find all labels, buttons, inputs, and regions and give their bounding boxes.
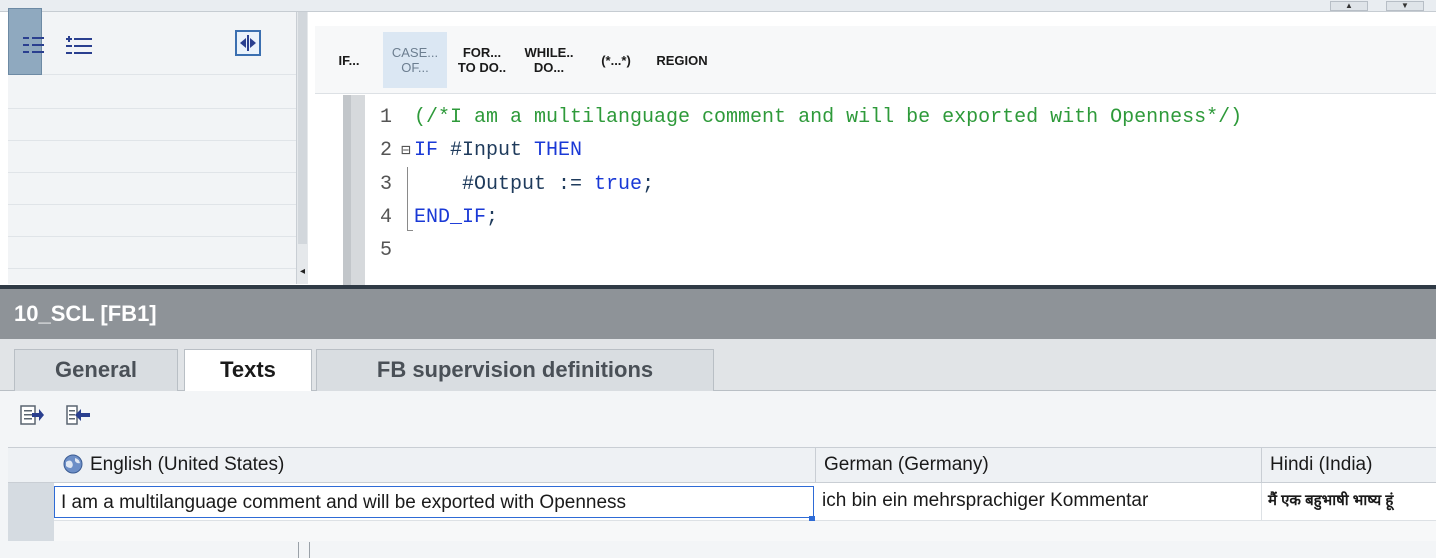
code-line-5[interactable]: 5 <box>370 236 398 266</box>
outline-row-divider <box>8 204 304 205</box>
row-header[interactable] <box>8 521 54 541</box>
swap-panes-icon[interactable] <box>234 30 262 56</box>
instruction-toolbar: IF... CASE... OF... FOR... TO DO.. WHILE… <box>315 26 1436 94</box>
outline-scrollbar[interactable]: ◂ <box>296 12 308 284</box>
scroll-down-button[interactable]: ▼ <box>1386 1 1424 11</box>
region-button[interactable]: REGION <box>649 32 715 88</box>
statement-end: ; <box>486 206 499 229</box>
outline-row-divider <box>8 108 304 109</box>
true-literal: true <box>594 173 643 196</box>
import-texts-icon[interactable] <box>66 404 90 426</box>
output-assignment: #Output := <box>462 173 595 196</box>
table-row[interactable] <box>8 521 1436 541</box>
code-line-3[interactable]: 3 #Output := true; <box>370 170 654 200</box>
while-do-button[interactable]: WHILE.. DO... <box>517 32 581 88</box>
column-english[interactable]: English (United States) <box>54 448 816 482</box>
outline-row-divider <box>8 236 304 237</box>
line-number: 2 <box>379 139 392 162</box>
code-line-1[interactable]: 1 (/*I am a multilanguage comment and wi… <box>370 103 1242 133</box>
for-to-do-button[interactable]: FOR... TO DO.. <box>451 32 513 88</box>
export-texts-icon[interactable] <box>20 404 44 426</box>
hindi-text-cell[interactable]: मैं एक बहुभाषी भाष्य हूं <box>1262 483 1436 521</box>
code-line-2[interactable]: 2 ⊟ IF #Input THEN <box>370 136 582 166</box>
globe-icon <box>63 454 83 474</box>
tab-fb-supervision-definitions[interactable]: FB supervision definitions <box>316 349 714 391</box>
column-hindi[interactable]: Hindi (India) <box>1262 448 1436 482</box>
if-keyword: IF <box>414 139 439 162</box>
tab-general[interactable]: General <box>14 349 178 391</box>
then-keyword: THEN <box>534 139 583 162</box>
input-variable: #Input <box>438 139 535 162</box>
scroll-up-button[interactable]: ▲ <box>1330 1 1368 11</box>
case-of-button[interactable]: CASE... OF... <box>383 32 447 88</box>
table-row[interactable]: I am a multilanguage comment and will be… <box>8 483 1436 521</box>
line-number: 5 <box>379 239 392 262</box>
inspector-title: 10_SCL [FB1] <box>0 289 1436 339</box>
code-editor[interactable]: 1 (/*I am a multilanguage comment and wi… <box>315 95 1436 285</box>
line-number: 3 <box>379 173 392 196</box>
fold-toggle-icon[interactable]: ⊟ <box>398 136 414 166</box>
splitter-handle[interactable] <box>298 542 310 558</box>
outline-row-divider <box>8 74 304 75</box>
texts-table-header: English (United States) German (Germany)… <box>8 447 1436 483</box>
collapse-all-icon[interactable] <box>20 32 48 58</box>
outline-scroll-thumb[interactable] <box>298 12 307 244</box>
top-strip: ▲ ▼ <box>0 0 1436 12</box>
comment-block-button[interactable]: (*...*) <box>585 32 647 88</box>
end-if-keyword: END_IF <box>414 206 487 229</box>
column-german[interactable]: German (Germany) <box>816 448 1262 482</box>
collapse-pane-arrow-icon[interactable]: ◂ <box>297 264 308 280</box>
outline-row-divider <box>8 268 304 269</box>
tab-texts[interactable]: Texts <box>184 349 312 392</box>
outline-row-divider <box>8 140 304 141</box>
row-header[interactable] <box>8 483 54 521</box>
german-text-cell[interactable]: ich bin ein mehrsprachiger Kommentar <box>816 483 1262 521</box>
english-text-cell[interactable]: I am a multilanguage comment and will be… <box>54 486 814 518</box>
outline-row-divider <box>8 172 304 173</box>
multilanguage-comment[interactable]: (/*I am a multilanguage comment and will… <box>414 106 1242 129</box>
if-button[interactable]: IF... <box>323 32 375 88</box>
line-number: 4 <box>379 206 392 229</box>
inspector-tabs: General Texts FB supervision definitions <box>0 339 1436 392</box>
expand-list-icon[interactable] <box>66 32 94 58</box>
statement-end: ; <box>642 173 655 196</box>
code-line-4[interactable]: 4 END_IF; <box>370 203 498 233</box>
editor-gutter <box>343 95 365 285</box>
column-english-label: English (United States) <box>90 454 285 475</box>
line-number: 1 <box>379 106 392 129</box>
